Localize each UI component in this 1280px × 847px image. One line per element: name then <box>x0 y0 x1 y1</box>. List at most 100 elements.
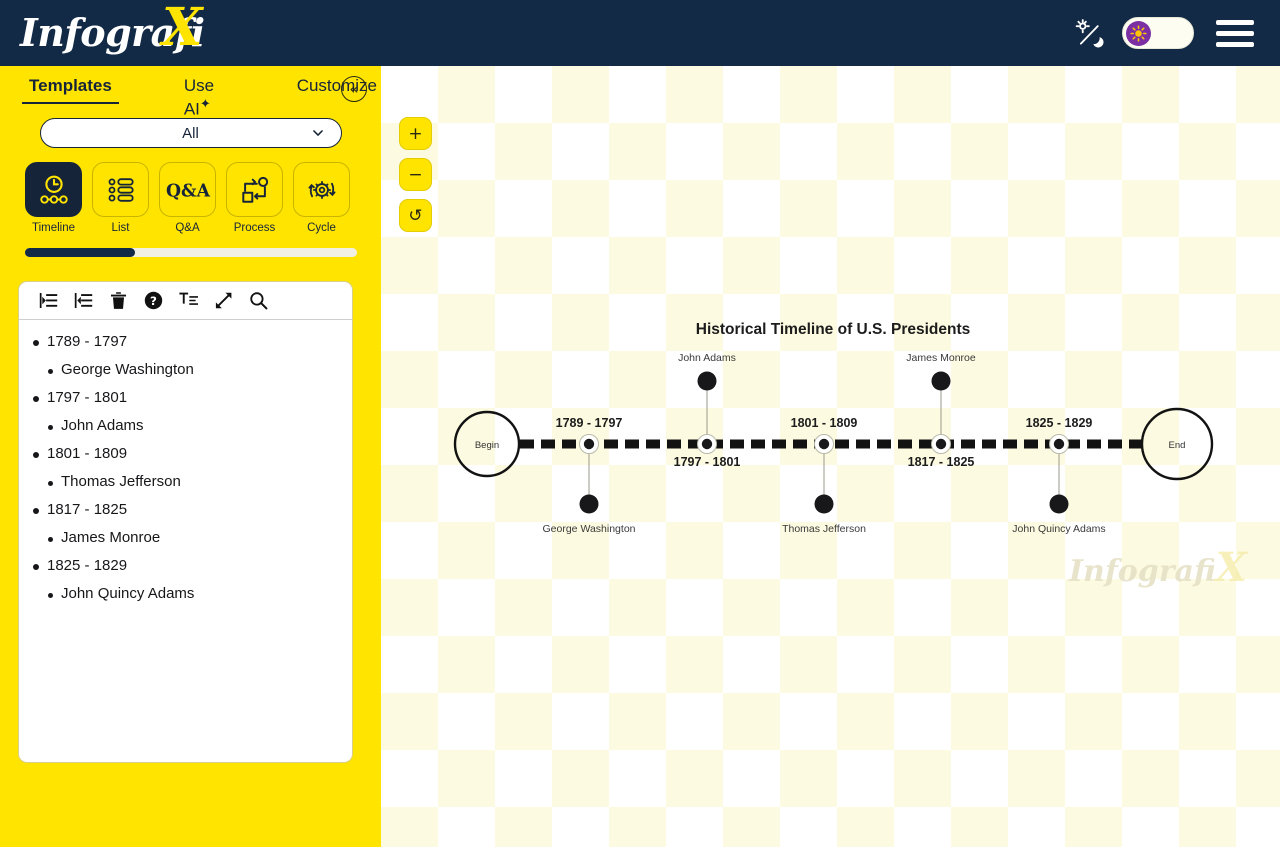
chevron-down-icon <box>312 130 323 136</box>
outline-item[interactable]: 1797 - 1801 <box>33 390 338 405</box>
template-item-process[interactable]: Process <box>226 162 283 234</box>
template-filter-dropdown[interactable]: All <box>39 118 342 148</box>
cycle-gear-icon <box>308 180 335 199</box>
tab-use-ai[interactable]: Use AI✦ <box>180 76 237 120</box>
template-item-qa[interactable]: Q&A Q&A <box>159 162 216 234</box>
bullet-icon <box>48 481 53 486</box>
timeline-node[interactable] <box>1053 438 1065 450</box>
timeline-person-label: John Quincy Adams <box>1012 523 1105 535</box>
timeline-period-label: 1817 - 1825 <box>908 455 975 469</box>
sun-icon <box>1130 24 1147 42</box>
reset-view-button[interactable]: ↺ <box>399 199 432 232</box>
outline-item[interactable]: 1825 - 1829 <box>33 558 338 573</box>
search-icon[interactable] <box>249 291 268 310</box>
timeline-end-marker[interactable]: End <box>1140 407 1214 481</box>
zoom-in-button[interactable]: + <box>399 117 432 150</box>
timeline-node[interactable] <box>935 438 947 450</box>
outline-item-label: 1789 - 1797 <box>47 333 128 350</box>
timeline-event[interactable]: 1797 - 1801 John Adams <box>674 352 741 469</box>
theme-toggle-switch[interactable] <box>1122 17 1194 49</box>
hamburger-line <box>1216 19 1254 25</box>
outline-item-label: 1817 - 1825 <box>47 501 128 518</box>
timeline-event[interactable]: 1825 - 1829 John Quincy Adams <box>1012 416 1105 535</box>
text-format-icon[interactable] <box>179 291 198 310</box>
begin-label: Begin <box>475 440 499 451</box>
outline-item-label: 1825 - 1829 <box>47 557 128 574</box>
app-logo[interactable]: Infografi X <box>20 0 205 66</box>
outline-editor-panel: ? 1789 - 1797 George Washington 1797 - 180… <box>18 281 353 763</box>
end-label: End <box>1169 440 1186 451</box>
template-scrollbar-thumb[interactable] <box>24 248 135 257</box>
template-label: Q&A <box>175 222 200 234</box>
timeline-person-dot[interactable] <box>579 494 599 514</box>
outline-item[interactable]: 1801 - 1809 <box>33 446 338 461</box>
template-item-cycle[interactable]: Cycle <box>293 162 350 234</box>
timeline-person-label: George Washington <box>543 523 636 535</box>
sidebar-tabs: Templates Use AI✦ Customize « <box>0 66 381 119</box>
sparkle-icon: ✦ <box>199 96 211 111</box>
timeline-begin-marker[interactable]: Begin <box>453 410 521 478</box>
outline-item-label: James Monroe <box>61 529 161 546</box>
timeline-event[interactable]: 1817 - 1825 James Monroe <box>906 352 976 469</box>
timeline-period-label: 1801 - 1809 <box>791 416 858 430</box>
left-sidebar: Templates Use AI✦ Customize « All Timeli… <box>0 66 381 847</box>
timeline-person-dot[interactable] <box>1049 494 1069 514</box>
outline-item[interactable]: 1789 - 1797 <box>33 334 338 349</box>
outline-item[interactable]: John Quincy Adams <box>48 586 338 601</box>
timeline-diagram[interactable]: Historical Timeline of U.S. Presidents Be… <box>381 66 1280 847</box>
tab-templates[interactable]: Templates <box>22 76 119 104</box>
timeline-node[interactable] <box>818 438 830 450</box>
outline-item[interactable]: George Washington <box>48 362 338 377</box>
outline-item-label: John Quincy Adams <box>61 585 195 602</box>
sun-moon-icon <box>1075 19 1104 48</box>
help-icon[interactable]: ? <box>144 291 163 310</box>
theme-toggle-knob <box>1126 20 1151 46</box>
timeline-person-label: Thomas Jefferson <box>782 523 866 535</box>
timeline-person-dot[interactable] <box>931 371 951 391</box>
outline-item[interactable]: James Monroe <box>48 530 338 545</box>
bullet-icon <box>33 508 39 514</box>
template-item-timeline[interactable]: Timeline <box>25 162 82 234</box>
outline-item-label: 1797 - 1801 <box>47 389 128 406</box>
tab-customize[interactable]: Customize <box>293 76 381 96</box>
template-filter-value: All <box>182 124 199 142</box>
outline-item-label: 1801 - 1809 <box>47 445 128 462</box>
app-root: Infografi X Templates Use AI✦ Customize … <box>0 0 1280 847</box>
outline-item[interactable]: 1817 - 1825 <box>33 502 338 517</box>
svg-text:?: ? <box>150 294 157 308</box>
timeline-event[interactable]: 1801 - 1809 Thomas Jefferson <box>782 416 866 535</box>
indent-increase-icon[interactable] <box>39 291 58 310</box>
editor-toolbar: ? <box>19 282 352 320</box>
bullet-icon <box>33 564 39 570</box>
chevron-double-left-icon[interactable]: « <box>341 76 367 102</box>
timeline-event[interactable]: 1789 - 1797 George Washington <box>543 416 636 535</box>
outline-item[interactable]: Thomas Jefferson <box>48 474 338 489</box>
timeline-period-label: 1789 - 1797 <box>556 416 623 430</box>
hamburger-menu-icon[interactable] <box>1212 16 1258 51</box>
zoom-out-button[interactable]: − <box>399 158 432 191</box>
expand-icon[interactable] <box>214 291 233 310</box>
outline-item[interactable]: John Adams <box>48 418 338 433</box>
timeline-person-dot[interactable] <box>814 494 834 514</box>
trash-icon[interactable] <box>109 291 128 310</box>
template-label: List <box>111 222 130 234</box>
template-item-list[interactable]: List <box>92 162 149 234</box>
timeline-node[interactable] <box>701 438 713 450</box>
template-scrollbar[interactable] <box>24 248 357 257</box>
infographic-canvas[interactable]: + − ↺ Historical Timeline of U.S. Presid… <box>381 66 1280 847</box>
hamburger-line <box>1216 41 1254 47</box>
hamburger-line <box>1216 30 1254 36</box>
template-icon-box <box>226 162 283 217</box>
outline-item-label: Thomas Jefferson <box>61 473 181 490</box>
header-controls <box>1074 16 1258 51</box>
bullet-icon <box>48 537 53 542</box>
timeline-period-label: 1797 - 1801 <box>674 455 741 469</box>
timeline-node[interactable] <box>583 438 595 450</box>
list-icon <box>108 177 134 202</box>
timeline-title: Historical Timeline of U.S. Presidents <box>696 321 971 338</box>
template-icon-box: Q&A <box>159 162 216 217</box>
timeline-person-dot[interactable] <box>697 371 717 391</box>
indent-decrease-icon[interactable] <box>74 291 93 310</box>
outline-list[interactable]: 1789 - 1797 George Washington 1797 - 1801 J… <box>19 320 352 614</box>
logo-accent-letter: X <box>162 0 203 58</box>
